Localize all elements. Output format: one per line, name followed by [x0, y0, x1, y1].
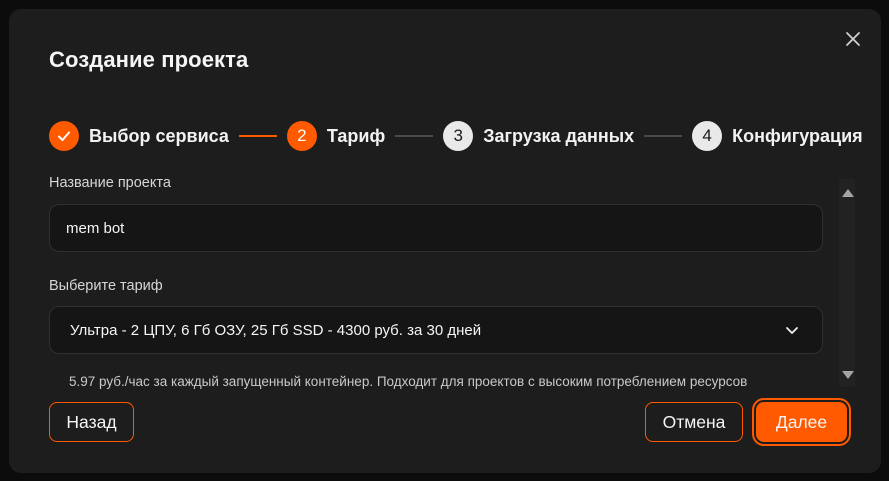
step-2-circle: 2 — [286, 121, 317, 151]
close-button[interactable] — [843, 29, 863, 49]
check-icon — [58, 131, 70, 141]
tariff-label: Выберите тариф — [49, 278, 163, 294]
step-service[interactable]: Выбор сервиса — [49, 121, 229, 151]
cancel-button[interactable]: Отмена — [645, 402, 743, 442]
back-button[interactable]: Назад — [49, 402, 134, 442]
step-3-label: Загрузка данных — [483, 125, 635, 146]
arrow-up-icon[interactable] — [842, 189, 854, 197]
create-project-dialog: Создание проекта Выбор сервиса 2 Тариф 3… — [9, 9, 881, 473]
step-1-label: Выбор сервиса — [89, 125, 229, 146]
step-data-upload[interactable]: 3 Загрузка данных — [443, 121, 634, 151]
arrow-down-icon[interactable] — [842, 371, 854, 379]
project-name-input[interactable] — [66, 219, 822, 237]
step-2-label: Тариф — [326, 125, 386, 146]
tariff-selected-value: Ультра - 2 ЦПУ, 6 Гб ОЗУ, 25 Гб SSD - 43… — [70, 321, 482, 339]
step-1-circle — [49, 121, 79, 151]
project-name-label: Название проекта — [49, 175, 171, 191]
project-name-field[interactable] — [49, 204, 823, 252]
tariff-hint: 5.97 руб./час за каждый запущенный конте… — [69, 374, 748, 389]
step-4-label: Конфигурация — [732, 125, 863, 146]
step-tariff[interactable]: 2 Тариф — [286, 121, 386, 151]
next-button[interactable]: Далее — [756, 402, 847, 442]
step-connector-2 — [395, 135, 434, 137]
tariff-select[interactable]: Ультра - 2 ЦПУ, 6 Гб ОЗУ, 25 Гб SSD - 43… — [49, 306, 823, 354]
stepper: Выбор сервиса 2 Тариф 3 Загрузка данных … — [49, 121, 863, 151]
close-icon — [846, 32, 860, 46]
scrollbar[interactable] — [839, 179, 855, 387]
step-3-circle: 3 — [443, 121, 474, 151]
step-4-circle: 4 — [692, 121, 723, 151]
step-connector-3 — [644, 135, 683, 137]
scroll-track[interactable] — [839, 179, 855, 387]
chevron-down-icon — [786, 327, 798, 334]
step-connector-1 — [238, 135, 277, 137]
dialog-title: Создание проекта — [49, 47, 249, 72]
step-configuration[interactable]: 4 Конфигурация — [692, 121, 863, 151]
